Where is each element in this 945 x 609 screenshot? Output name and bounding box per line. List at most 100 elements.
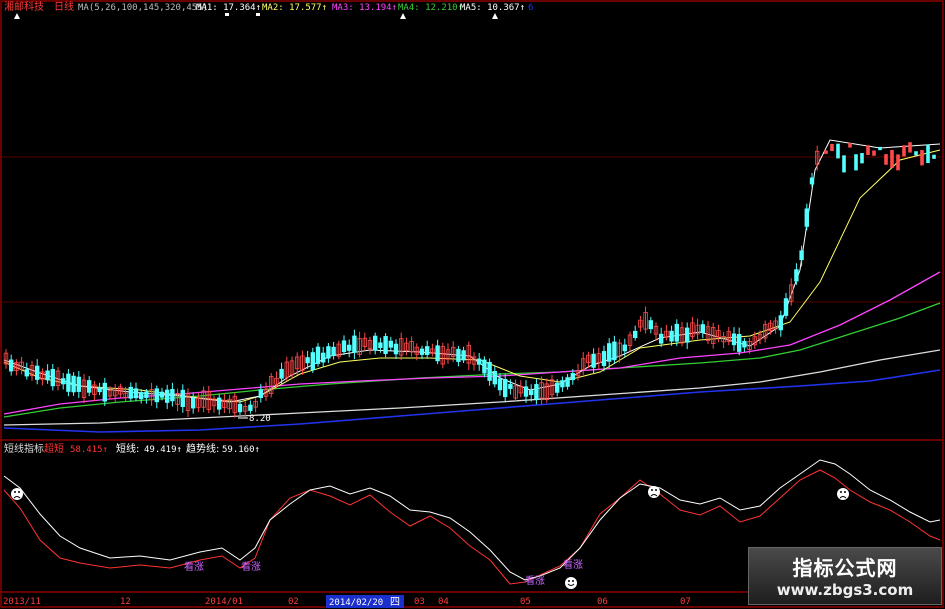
candle (378, 342, 383, 349)
candle (737, 334, 742, 352)
smile-icon (565, 577, 577, 589)
low-price-label: 8.20 (249, 414, 271, 424)
candle (170, 389, 175, 402)
candle (560, 380, 565, 388)
candle (164, 389, 170, 403)
candle (778, 315, 783, 331)
indicator-value-3: 59.160↑ (222, 445, 260, 455)
candle (61, 378, 66, 385)
candle (24, 369, 29, 377)
candle (896, 154, 900, 171)
candle (102, 382, 107, 402)
candle (35, 365, 40, 380)
cursor-date: 2014/02/20 (329, 598, 383, 608)
legend-ma3: MA3: 13.194↑ (332, 3, 397, 13)
chart-title-stock: 湘邮科技 (4, 0, 44, 13)
candle (700, 324, 705, 334)
candle (424, 346, 430, 355)
candle (461, 350, 466, 361)
candle (66, 373, 71, 392)
candle (50, 369, 55, 387)
x-tick-label: 04 (438, 597, 449, 607)
candle (804, 208, 809, 227)
candle (914, 151, 918, 156)
candle (842, 155, 846, 173)
candle (830, 143, 834, 152)
candle (258, 389, 263, 398)
indicator-name: 短线指标 (4, 442, 44, 455)
candle (878, 146, 882, 151)
candle (76, 376, 81, 392)
candle (346, 344, 352, 351)
candle (159, 391, 165, 398)
ma-params: MA(5,26,100,145,320,455) (78, 3, 208, 13)
candle (529, 390, 534, 396)
candle (341, 340, 347, 353)
candle (144, 391, 149, 398)
candle (591, 353, 596, 368)
x-tick-label: 2013/11 (3, 597, 41, 607)
candle (331, 346, 336, 356)
cursor-weekday: 四 (390, 597, 400, 608)
x-tick-label: 12 (120, 597, 131, 607)
legend-ma2: MA2: 17.577↑ (262, 3, 327, 13)
x-tick-label: 06 (597, 597, 608, 607)
candle (456, 348, 461, 362)
candle (497, 378, 503, 391)
candle (8, 359, 14, 372)
candle (783, 298, 789, 316)
candle (372, 335, 378, 351)
candle (731, 333, 737, 346)
candle (570, 373, 575, 381)
candle (902, 145, 906, 157)
candle (534, 384, 539, 400)
candle (890, 150, 894, 168)
indicator-label-3: 趋势线: (186, 442, 219, 455)
watermark-url: www.zbgs3.com (776, 581, 914, 599)
candle (555, 382, 560, 393)
stock-chart[interactable]: 湘邮科技 日线 MA(5,26,100,145,320,455) MA1: 17… (0, 0, 945, 609)
candle (794, 269, 799, 282)
candle (326, 346, 331, 359)
watermark-title: 指标公式网 (792, 556, 898, 580)
candle (393, 343, 399, 355)
candle (237, 403, 243, 413)
candle (648, 320, 653, 330)
candle (920, 150, 924, 166)
candle (492, 370, 497, 385)
candle (180, 389, 185, 408)
frown-icon (648, 486, 660, 498)
candle (565, 377, 570, 387)
indicator-label-1: 超短 (44, 442, 64, 455)
indicator-value-2: 49.419↑ (144, 445, 182, 455)
signal-label: 看涨 (525, 574, 545, 587)
legend-ma1: MA1: 17.364↑ (196, 3, 261, 13)
candle (607, 343, 612, 362)
candle (908, 142, 912, 153)
candle (279, 368, 284, 379)
candle (97, 387, 102, 393)
candle (601, 351, 607, 366)
candle (854, 154, 858, 171)
candle (860, 153, 864, 164)
candle (824, 150, 828, 154)
candle (383, 335, 388, 354)
candle (320, 352, 326, 363)
legend-ma5: MA5: 10.367↑ (460, 3, 525, 13)
candle (674, 323, 679, 342)
candle (216, 397, 222, 410)
x-tick-label: 05 (520, 597, 531, 607)
legend-ma4: MA4: 12.210↑ (398, 3, 463, 13)
candle (482, 359, 487, 374)
candle (487, 362, 492, 381)
candle (502, 378, 508, 398)
candle (685, 327, 690, 343)
candle (866, 145, 870, 155)
watermark: 指标公式网 www.zbgs3.com (748, 547, 942, 605)
candle (884, 154, 888, 165)
chart-title-period: 日线 (54, 0, 74, 13)
candle (310, 352, 315, 370)
candle (612, 341, 617, 361)
candle (622, 344, 627, 352)
candle (138, 392, 144, 400)
